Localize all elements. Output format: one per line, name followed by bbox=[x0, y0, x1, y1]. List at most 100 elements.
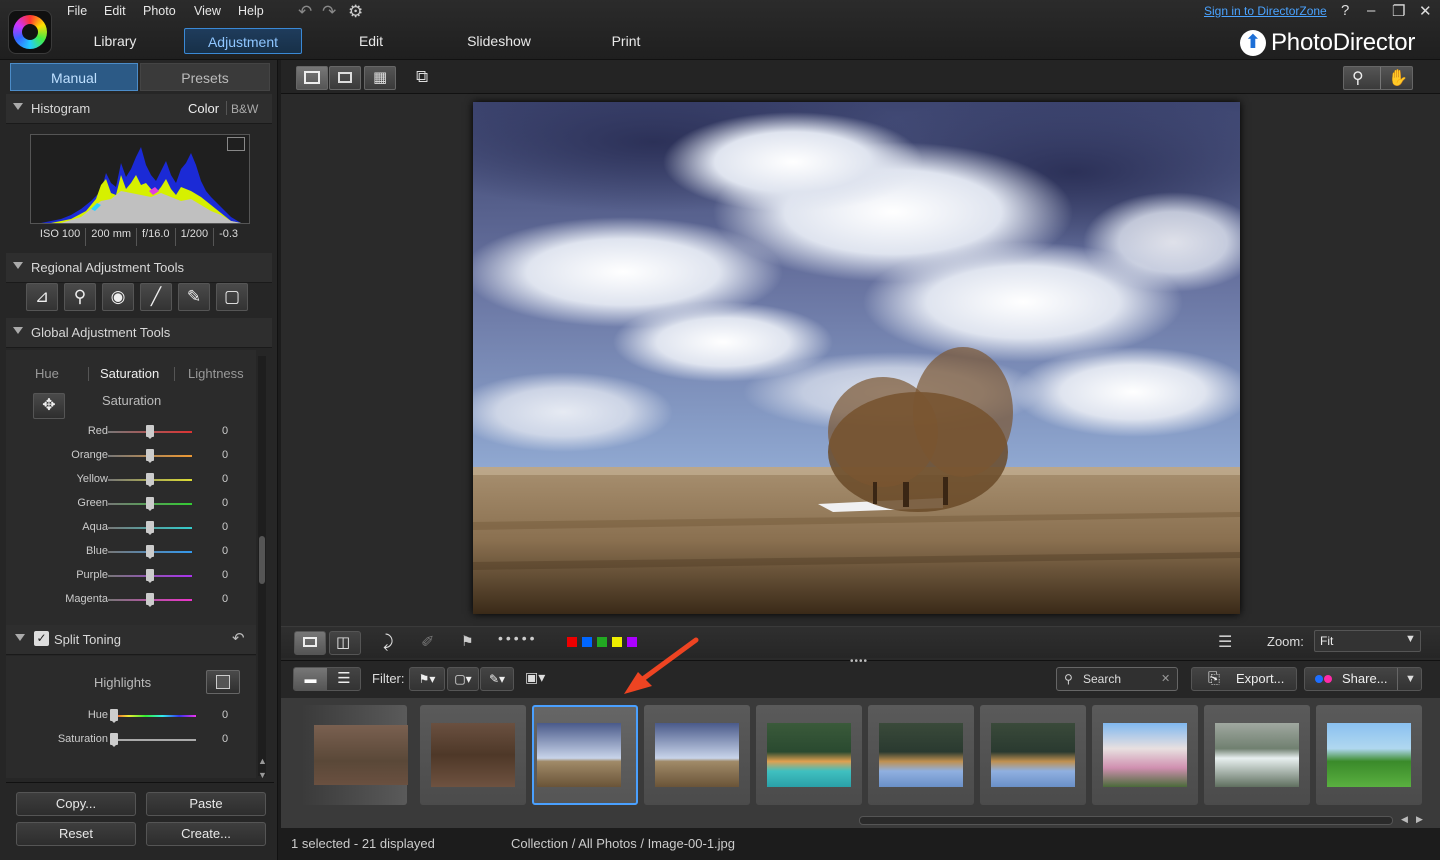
create-preset-button[interactable]: Create... bbox=[146, 822, 266, 846]
sort-menu-icon[interactable]: ☰ bbox=[1218, 632, 1232, 652]
panel-scrollbar-thumb[interactable] bbox=[259, 536, 265, 584]
tab-edit[interactable]: Edit bbox=[348, 28, 394, 54]
main-photo[interactable] bbox=[473, 102, 1240, 614]
hsl-tab-hue[interactable]: Hue bbox=[35, 366, 59, 381]
slider-purple[interactable]: Purple 0 bbox=[6, 564, 256, 588]
tab-slideshow[interactable]: Slideshow bbox=[462, 28, 536, 54]
slider-knob[interactable] bbox=[146, 449, 154, 463]
hand-pan-icon[interactable]: ✋ bbox=[1388, 68, 1408, 88]
gradient-brush-icon[interactable]: ✎ bbox=[178, 283, 210, 311]
slider-track[interactable] bbox=[112, 715, 196, 717]
thumbnail[interactable] bbox=[868, 705, 974, 805]
thumbnail[interactable] bbox=[301, 705, 408, 805]
slider-orange[interactable]: Orange 0 bbox=[6, 444, 256, 468]
spot-removal-icon[interactable]: ⚲ bbox=[64, 283, 96, 311]
histogram-clipping-icon[interactable] bbox=[227, 137, 245, 151]
filter-color-dropdown-icon[interactable]: ▣▾ bbox=[525, 669, 545, 686]
flag-icon[interactable]: ⚑ bbox=[461, 633, 474, 650]
scroll-right-icon[interactable]: ▶ bbox=[1416, 814, 1423, 825]
slider-knob[interactable] bbox=[146, 497, 154, 511]
highlights-color-picker[interactable] bbox=[206, 670, 240, 694]
grid-view-icon[interactable]: ▦ bbox=[364, 66, 396, 90]
rotate-icon[interactable]: ⤸ bbox=[383, 632, 393, 652]
slider-knob[interactable] bbox=[146, 593, 154, 607]
hsl-tab-lightness[interactable]: Lightness bbox=[188, 366, 244, 381]
slider-knob[interactable] bbox=[110, 733, 118, 747]
slider-knob[interactable] bbox=[146, 545, 154, 559]
compare-two-icon[interactable]: ◫ bbox=[329, 631, 361, 655]
reset-button[interactable]: Reset bbox=[16, 822, 136, 846]
crop-tool-icon[interactable]: ⊿ bbox=[26, 283, 58, 311]
menu-photo[interactable]: Photo bbox=[143, 4, 176, 18]
undo-icon[interactable]: ↶ bbox=[298, 2, 312, 22]
slider-knob[interactable] bbox=[146, 473, 154, 487]
slider-knob[interactable] bbox=[146, 521, 154, 535]
graduated-filter-icon[interactable]: ▢ bbox=[216, 283, 248, 311]
filter-edit-dropdown[interactable]: ✎▾ bbox=[480, 667, 514, 691]
scroll-up-icon[interactable]: ▲ bbox=[258, 756, 267, 766]
zoom-select[interactable]: Fit ▼ bbox=[1314, 630, 1421, 652]
slider-blue[interactable]: Blue 0 bbox=[6, 540, 256, 564]
search-input[interactable]: ⚲ Search ✕ bbox=[1056, 667, 1178, 691]
split-toning-header[interactable]: ✓ Split Toning ↶ bbox=[6, 625, 256, 655]
thumbnail[interactable] bbox=[756, 705, 862, 805]
thumbnail[interactable] bbox=[1204, 705, 1310, 805]
clear-search-icon[interactable]: ✕ bbox=[1161, 668, 1170, 690]
copy-button[interactable]: Copy... bbox=[16, 792, 136, 816]
help-button[interactable]: ? bbox=[1341, 2, 1349, 19]
thumbnail[interactable] bbox=[1316, 705, 1422, 805]
share-dropdown-arrow-icon[interactable]: ▼ bbox=[1405, 668, 1416, 690]
color-label-1-icon[interactable] bbox=[582, 637, 592, 647]
tab-library[interactable]: Library bbox=[86, 28, 144, 54]
thumbnail[interactable] bbox=[644, 705, 750, 805]
slider-yellow[interactable]: Yellow 0 bbox=[6, 468, 256, 492]
slider-magenta[interactable]: Magenta 0 bbox=[6, 588, 256, 612]
red-eye-icon[interactable]: ◉ bbox=[102, 283, 134, 311]
redo-icon[interactable]: ↷ bbox=[322, 2, 336, 22]
viewer-mode-icon[interactable] bbox=[296, 66, 328, 90]
export-button[interactable]: ⎘ Export... bbox=[1191, 667, 1297, 691]
slider-knob[interactable] bbox=[146, 569, 154, 583]
filmstrip-view-icon[interactable] bbox=[294, 631, 326, 655]
sign-in-link[interactable]: Sign in to DirectorZone bbox=[1204, 4, 1327, 18]
thumbnail[interactable] bbox=[980, 705, 1086, 805]
settings-gear-icon[interactable]: ⚙ bbox=[348, 2, 363, 22]
global-tools-header[interactable]: Global Adjustment Tools bbox=[6, 318, 272, 348]
histogram-header[interactable]: Histogram Color B&W bbox=[6, 94, 272, 124]
tab-adjustment[interactable]: Adjustment bbox=[184, 28, 302, 54]
filmstrip-mode-icon[interactable]: ▬ bbox=[294, 668, 327, 690]
color-label-2-icon[interactable] bbox=[597, 637, 607, 647]
paste-button[interactable]: Paste bbox=[146, 792, 266, 816]
list-mode-icon[interactable]: ☰ bbox=[328, 668, 360, 690]
hsl-tab-saturation[interactable]: Saturation bbox=[100, 366, 159, 381]
thumbnail[interactable] bbox=[420, 705, 526, 805]
reset-undo-icon[interactable]: ↶ bbox=[232, 629, 245, 647]
star-rating-icon[interactable]: ••••• bbox=[498, 630, 538, 646]
zoom-magnifier-icon[interactable]: ⚲ bbox=[1352, 68, 1364, 88]
menu-view[interactable]: View bbox=[194, 4, 221, 18]
menu-help[interactable]: Help bbox=[238, 4, 264, 18]
regional-tools-header[interactable]: Regional Adjustment Tools bbox=[6, 253, 272, 283]
histogram-bw-toggle[interactable]: B&W bbox=[231, 102, 258, 116]
thumbnail-selected[interactable] bbox=[532, 705, 638, 805]
menu-edit[interactable]: Edit bbox=[104, 4, 126, 18]
restore-button[interactable]: ❐ bbox=[1392, 2, 1405, 20]
close-button[interactable]: ✕ bbox=[1419, 2, 1432, 20]
tab-manual[interactable]: Manual bbox=[10, 63, 138, 91]
compare-view-icon[interactable] bbox=[329, 66, 361, 90]
targeted-adjust-icon[interactable]: ✥ bbox=[33, 393, 65, 419]
split-toning-checkbox[interactable]: ✓ bbox=[34, 631, 49, 646]
tab-presets[interactable]: Presets bbox=[140, 63, 270, 91]
menu-file[interactable]: File bbox=[67, 4, 87, 18]
filter-rating-dropdown[interactable]: ▢▾ bbox=[447, 667, 479, 691]
color-label-0-icon[interactable] bbox=[567, 637, 577, 647]
thumbnail[interactable] bbox=[1092, 705, 1198, 805]
scroll-left-icon[interactable]: ◀ bbox=[1401, 814, 1408, 825]
tab-print[interactable]: Print bbox=[604, 28, 648, 54]
flag-reject-icon[interactable]: ✐ bbox=[421, 632, 434, 652]
adjustment-brush-icon[interactable]: ╱ bbox=[140, 283, 172, 311]
split-saturation-slider[interactable]: Saturation 0 bbox=[6, 728, 256, 752]
minimize-button[interactable]: – bbox=[1367, 2, 1375, 19]
second-display-icon[interactable]: ⧉ bbox=[416, 67, 428, 87]
slider-knob[interactable] bbox=[146, 425, 154, 439]
